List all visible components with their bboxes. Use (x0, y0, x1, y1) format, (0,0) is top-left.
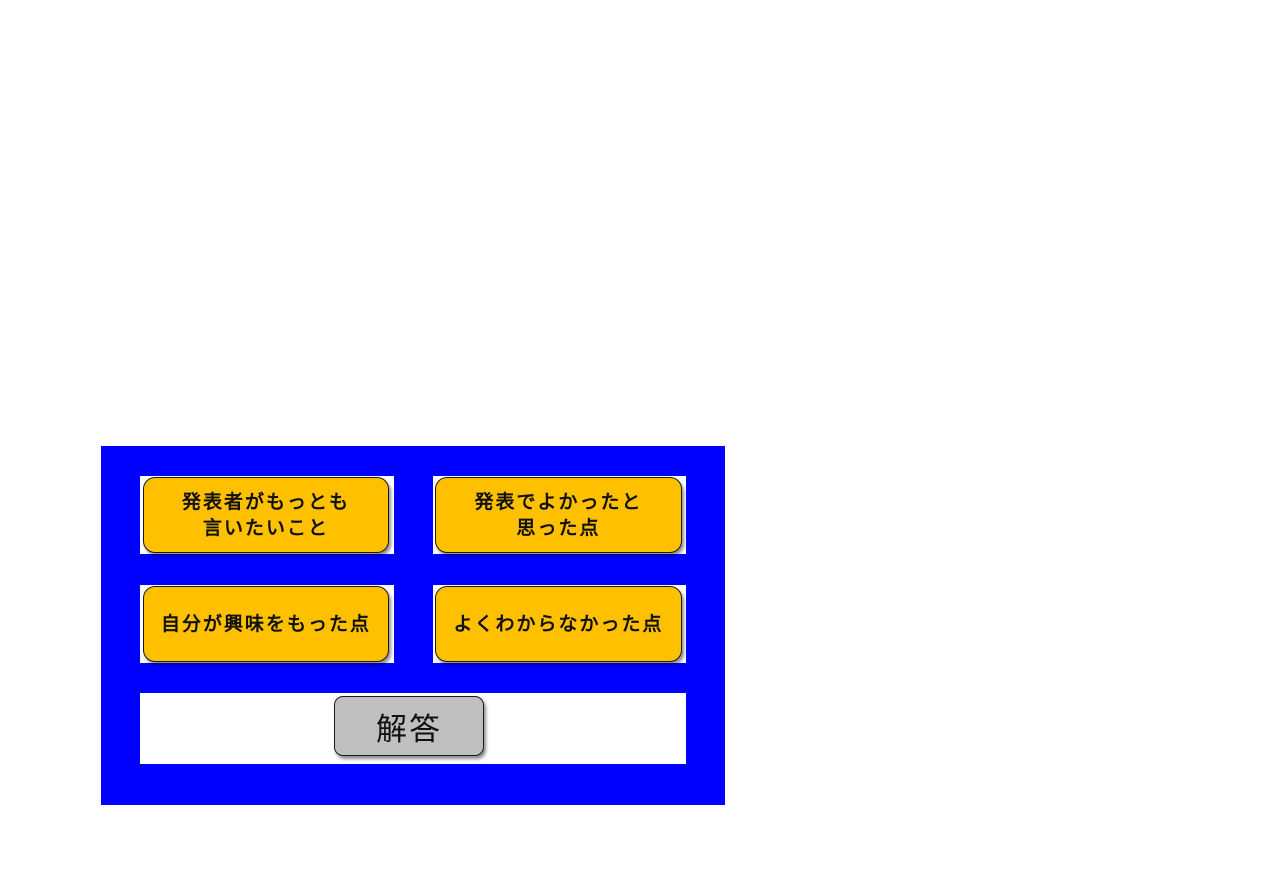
choice-button-interesting-points[interactable]: 自分が興味をもった点 (143, 586, 389, 662)
choice-button-main-message[interactable]: 発表者がもっとも 言いたいこと (143, 477, 389, 553)
slide-canvas: 発表者がもっとも 言いたいこと 発表でよかったと 思った点 自分が興味をもった点… (0, 0, 1286, 890)
answer-button[interactable]: 解答 (334, 696, 484, 756)
choice-label: 自分が興味をもった点 (160, 613, 371, 635)
answer-button-label: 解答 (376, 711, 442, 748)
choice-label: 発表者がもっとも 言いたいこと (181, 491, 350, 539)
choice-button-unclear-points[interactable]: よくわからなかった点 (435, 586, 682, 662)
choice-button-good-points[interactable]: 発表でよかったと 思った点 (435, 477, 682, 553)
choice-label: 発表でよかったと 思った点 (474, 491, 643, 539)
quiz-panel: 発表者がもっとも 言いたいこと 発表でよかったと 思った点 自分が興味をもった点… (101, 446, 725, 805)
choice-label: よくわからなかった点 (453, 613, 664, 635)
